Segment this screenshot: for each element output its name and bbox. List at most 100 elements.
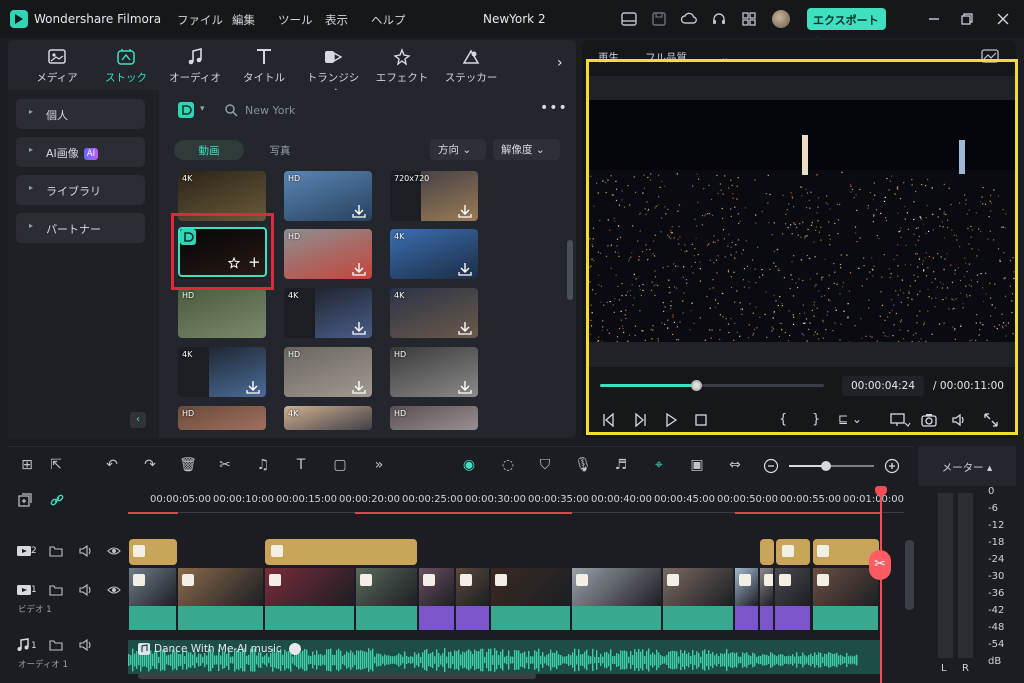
auto-reframe-icon[interactable]: ◌	[499, 457, 517, 475]
add-track-icon[interactable]	[17, 492, 33, 508]
download-icon[interactable]	[351, 262, 367, 276]
collapse-sidebar-icon[interactable]: ‹	[130, 412, 146, 428]
stock-video-thumbnail[interactable]: HD	[390, 406, 478, 430]
filter-photo-tab[interactable]: 写真	[250, 140, 310, 160]
meter-toggle[interactable]: メーター ▴	[918, 446, 1016, 486]
video-clip[interactable]	[265, 568, 354, 606]
fit-timeline-icon[interactable]: ⇔	[726, 457, 744, 475]
speaker-icon[interactable]	[79, 583, 93, 597]
close-icon[interactable]	[994, 10, 1012, 28]
audio-edit-icon[interactable]: ♫	[254, 457, 272, 475]
redo-icon[interactable]: ↷	[141, 457, 159, 475]
cut-icon[interactable]: ✂	[216, 457, 234, 475]
delete-icon[interactable]: 🗑	[179, 457, 197, 475]
more-chevrons-icon[interactable]: »	[370, 457, 388, 475]
support-headset-icon[interactable]	[710, 10, 728, 28]
ai-copilot-icon[interactable]: ◉	[460, 457, 478, 475]
minimize-icon[interactable]	[925, 10, 943, 28]
add-to-timeline-icon[interactable]: +	[248, 253, 261, 271]
favorite-star-icon[interactable]	[228, 257, 240, 269]
more-options-icon[interactable]: •••	[540, 100, 568, 116]
folder-icon[interactable]	[49, 544, 63, 558]
video-clip[interactable]	[760, 568, 773, 606]
stock-video-thumbnail[interactable]: 4K	[178, 347, 266, 397]
download-icon[interactable]	[457, 321, 473, 335]
tab-effects[interactable]: エフェクト	[372, 48, 432, 85]
download-icon[interactable]	[351, 380, 367, 394]
video-clip[interactable]	[735, 568, 758, 606]
playhead-line[interactable]	[880, 492, 882, 683]
source-provider-icon[interactable]	[178, 102, 194, 118]
effect-clip[interactable]	[265, 539, 417, 565]
stock-video-thumbnail[interactable]: HD	[178, 288, 266, 338]
export-button[interactable]: エクスポート ⌄	[807, 8, 886, 41]
text-icon[interactable]: T	[292, 457, 310, 475]
sidebar-item-ai-image[interactable]: AI画像 AI	[16, 137, 145, 167]
download-icon[interactable]	[351, 204, 367, 218]
menu-tools[interactable]: ツール	[278, 12, 313, 28]
stock-video-thumbnail[interactable]: HD	[284, 229, 372, 279]
undo-icon[interactable]: ↶	[103, 457, 121, 475]
timeline-horizontal-scrollbar[interactable]	[138, 673, 536, 679]
menu-help[interactable]: ヘルプ	[371, 12, 406, 28]
video-clip[interactable]	[775, 568, 810, 606]
stock-video-thumbnail[interactable]: HD	[284, 171, 372, 221]
layout-icon[interactable]	[620, 10, 638, 28]
menu-edit[interactable]: 編集	[232, 12, 255, 28]
download-icon[interactable]	[457, 204, 473, 218]
layout-grid-icon[interactable]: ⊞	[18, 457, 36, 475]
video-clip[interactable]	[129, 568, 176, 606]
sidebar-item-library[interactable]: ライブラリ	[16, 175, 145, 205]
video-clip[interactable]	[663, 568, 733, 606]
zoom-out-icon[interactable]	[763, 458, 779, 474]
music-list-icon[interactable]: ♬	[612, 457, 630, 475]
video-clip[interactable]	[456, 568, 489, 606]
tabs-next-chevron-icon[interactable]: ›	[557, 55, 563, 71]
video-clip[interactable]	[813, 568, 878, 606]
sidebar-item-partner[interactable]: パートナー	[16, 213, 145, 243]
stock-video-thumbnail[interactable]: HD	[178, 406, 266, 430]
snap-icon[interactable]: ⌖	[650, 457, 668, 475]
stock-video-thumbnail[interactable]: 4K	[284, 288, 372, 338]
direction-dropdown[interactable]: 方向 ⌄	[430, 139, 486, 160]
filter-video-tab[interactable]: 動画	[174, 140, 244, 160]
preview-render-icon[interactable]: ▣	[688, 457, 706, 475]
zoom-in-icon[interactable]	[884, 458, 900, 474]
stock-video-thumbnail[interactable]: 4K	[390, 288, 478, 338]
folder-icon[interactable]	[49, 638, 63, 652]
download-icon[interactable]	[457, 380, 473, 394]
cloud-icon[interactable]	[680, 10, 698, 28]
menu-view[interactable]: 表示	[325, 12, 348, 28]
user-avatar[interactable]	[772, 10, 790, 28]
tab-titles[interactable]: タイトル	[234, 48, 294, 85]
provider-dropdown-icon[interactable]: ▾	[200, 104, 205, 114]
video-clip[interactable]	[491, 568, 570, 606]
apps-grid-icon[interactable]	[740, 10, 758, 28]
restore-icon[interactable]	[958, 10, 976, 28]
folder-icon[interactable]	[49, 583, 63, 597]
download-icon[interactable]	[457, 262, 473, 276]
split-scissors-icon[interactable]: ✂	[869, 550, 891, 580]
eye-icon[interactable]	[107, 584, 121, 596]
video-clip[interactable]	[419, 568, 454, 606]
speaker-icon[interactable]	[79, 638, 93, 652]
eye-icon[interactable]	[107, 545, 121, 557]
stock-video-thumbnail[interactable]: 4K	[390, 229, 478, 279]
search-input[interactable]: New York	[245, 104, 295, 117]
tab-stock[interactable]: ストック	[96, 48, 156, 85]
resolution-dropdown[interactable]: 解像度 ⌄	[493, 139, 560, 160]
select-arrow-icon[interactable]: ⇱	[47, 457, 65, 475]
zoom-slider-handle[interactable]	[821, 461, 831, 471]
tab-media[interactable]: メディア	[27, 48, 87, 85]
timeline-vertical-scrollbar[interactable]	[905, 540, 914, 610]
save-icon[interactable]	[650, 10, 668, 28]
crop-icon[interactable]: ▢	[331, 457, 349, 475]
stock-video-thumbnail[interactable]: HD	[390, 347, 478, 397]
speaker-icon[interactable]	[79, 544, 93, 558]
tab-audio[interactable]: オーディオ	[165, 48, 225, 85]
video-clip[interactable]	[572, 568, 661, 606]
download-icon[interactable]	[245, 380, 261, 394]
sidebar-item-personal[interactable]: 個人	[16, 99, 145, 129]
link-icon[interactable]	[49, 492, 65, 508]
download-icon[interactable]	[351, 321, 367, 335]
